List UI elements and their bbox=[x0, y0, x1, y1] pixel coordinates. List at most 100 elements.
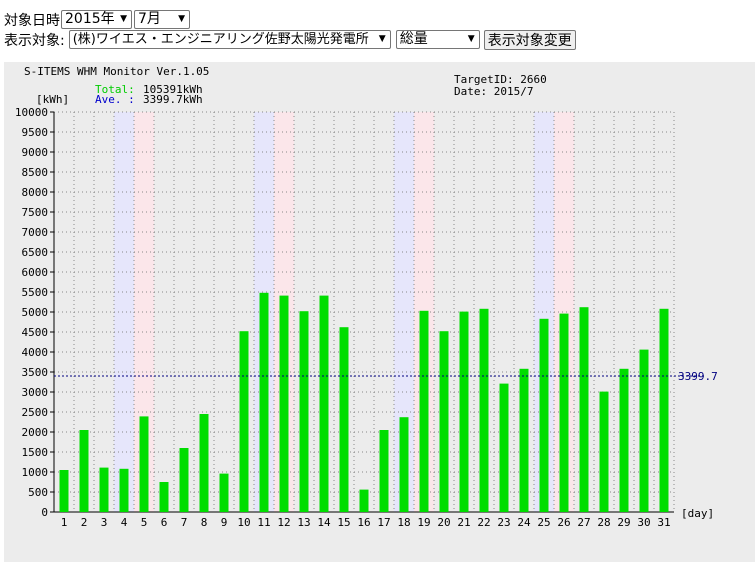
y-axis-label: [kWh] bbox=[36, 93, 69, 106]
bar-day-19 bbox=[419, 310, 429, 512]
bar-day-2 bbox=[79, 430, 89, 512]
x-tick-label: 30 bbox=[637, 516, 650, 529]
bar-day-31 bbox=[659, 308, 669, 512]
y-tick-label: 5500 bbox=[22, 286, 49, 299]
bar-day-4 bbox=[119, 468, 129, 512]
bar-day-14 bbox=[319, 295, 329, 512]
bar-day-18 bbox=[399, 417, 409, 512]
bar-day-7 bbox=[179, 448, 189, 512]
x-tick-label: 21 bbox=[457, 516, 470, 529]
ave-label: Ave. : bbox=[95, 93, 135, 106]
bar-day-12 bbox=[279, 295, 289, 512]
x-tick-label: 3 bbox=[101, 516, 108, 529]
year-select[interactable]: 2015年 ▼ bbox=[61, 10, 132, 29]
bar-day-28 bbox=[599, 391, 609, 512]
chevron-down-icon: ▼ bbox=[120, 14, 127, 24]
kind-select-value: 総量 bbox=[399, 31, 428, 47]
target-label: 表示対象: bbox=[4, 32, 65, 49]
date-row: 対象日時 2015年 ▼ 7月 ▼ bbox=[4, 9, 190, 30]
bar-day-17 bbox=[379, 430, 389, 512]
bar-day-30 bbox=[639, 349, 649, 512]
x-tick-label: 10 bbox=[237, 516, 250, 529]
bar-day-5 bbox=[139, 416, 149, 512]
target-row: 表示対象: (株)ワイエス・エンジニアリング佐野太陽光発電所 ▼ 総量 ▼ 表示… bbox=[4, 29, 576, 50]
x-tick-label: 9 bbox=[221, 516, 228, 529]
bar-day-25 bbox=[539, 318, 549, 512]
chevron-down-icon: ▼ bbox=[178, 14, 185, 24]
bar-day-27 bbox=[579, 307, 589, 512]
y-tick-label: 500 bbox=[28, 486, 48, 499]
target-select-value: (株)ワイエス・エンジニアリング佐野太陽光発電所 bbox=[72, 32, 369, 47]
x-tick-label: 22 bbox=[477, 516, 490, 529]
target-select[interactable]: (株)ワイエス・エンジニアリング佐野太陽光発電所 ▼ bbox=[68, 30, 391, 49]
x-tick-label: 24 bbox=[517, 516, 531, 529]
x-tick-label: 27 bbox=[577, 516, 590, 529]
x-tick-label: 25 bbox=[537, 516, 550, 529]
bar-day-24 bbox=[519, 368, 529, 512]
bar-day-22 bbox=[479, 308, 489, 512]
bar-day-23 bbox=[499, 383, 509, 512]
y-tick-label: 4000 bbox=[22, 346, 49, 359]
y-tick-label: 3000 bbox=[22, 386, 49, 399]
y-tick-label: 7000 bbox=[22, 226, 49, 239]
month-select-value: 7月 bbox=[138, 11, 161, 27]
bar-day-21 bbox=[459, 311, 469, 512]
x-tick-label: 8 bbox=[201, 516, 208, 529]
x-tick-label: 26 bbox=[557, 516, 570, 529]
y-tick-label: 9000 bbox=[22, 146, 49, 159]
x-tick-label: 16 bbox=[357, 516, 370, 529]
chevron-down-icon: ▼ bbox=[467, 34, 475, 44]
bar-day-1 bbox=[59, 470, 69, 512]
energy-chart: 0 500 1000 1500 2000 2500 3000 3500 4000 4500 5000… bbox=[15, 65, 718, 529]
x-tick-label: 17 bbox=[377, 516, 390, 529]
x-tick-label: 11 bbox=[257, 516, 270, 529]
x-tick-label: 2 bbox=[81, 516, 88, 529]
report-date: Date: 2015/7 bbox=[454, 85, 533, 98]
x-tick-label: 13 bbox=[297, 516, 310, 529]
y-tick-label: 9500 bbox=[22, 126, 49, 139]
change-target-button[interactable]: 表示対象変更 bbox=[483, 29, 576, 50]
bar-day-26 bbox=[559, 313, 569, 512]
y-tick-label: 4500 bbox=[22, 326, 49, 339]
y-tick-label: 7500 bbox=[22, 206, 49, 219]
app-title: S-ITEMS WHM Monitor Ver.1.05 bbox=[24, 65, 209, 78]
bar-day-9 bbox=[219, 473, 229, 512]
month-select[interactable]: 7月 ▼ bbox=[134, 10, 190, 29]
y-tick-label: 10000 bbox=[15, 106, 48, 119]
x-tick-label: 23 bbox=[497, 516, 510, 529]
y-tick-label: 2500 bbox=[22, 406, 49, 419]
y-tick-label: 8000 bbox=[22, 186, 49, 199]
bar-day-8 bbox=[199, 414, 209, 512]
y-tick-label: 0 bbox=[41, 506, 48, 519]
x-axis-label: [day] bbox=[681, 507, 714, 520]
bar-day-29 bbox=[619, 368, 629, 512]
x-tick-label: 19 bbox=[417, 516, 430, 529]
x-tick-label: 20 bbox=[437, 516, 450, 529]
x-tick-label: 29 bbox=[617, 516, 630, 529]
x-tick-label: 1 bbox=[61, 516, 68, 529]
bar-day-11 bbox=[259, 292, 269, 512]
bar-day-10 bbox=[239, 331, 249, 512]
x-tick-label: 5 bbox=[141, 516, 148, 529]
ave-value: 3399.7kWh bbox=[143, 93, 203, 106]
bar-day-3 bbox=[99, 467, 109, 512]
x-tick-label: 4 bbox=[121, 516, 128, 529]
y-tick-label: 8500 bbox=[22, 166, 49, 179]
x-tick-label: 7 bbox=[181, 516, 188, 529]
year-select-value: 2015年 bbox=[65, 11, 115, 27]
kind-select[interactable]: 総量 ▼ bbox=[395, 30, 480, 49]
y-tick-label: 6500 bbox=[22, 246, 49, 259]
x-tick-label: 15 bbox=[337, 516, 350, 529]
bar-day-15 bbox=[339, 327, 349, 512]
x-tick-label: 18 bbox=[397, 516, 410, 529]
chart-panel: 0 500 1000 1500 2000 2500 3000 3500 4000 4500 5000… bbox=[4, 62, 755, 562]
y-tick-label: 2000 bbox=[22, 426, 49, 439]
bar-day-16 bbox=[359, 489, 369, 512]
bar-day-20 bbox=[439, 331, 449, 512]
y-tick-label: 1500 bbox=[22, 446, 49, 459]
x-tick-label: 6 bbox=[161, 516, 168, 529]
y-tick-label: 5000 bbox=[22, 306, 49, 319]
bar-day-13 bbox=[299, 311, 309, 512]
y-tick-label: 1000 bbox=[22, 466, 49, 479]
average-label: 3399.7 bbox=[678, 370, 718, 383]
